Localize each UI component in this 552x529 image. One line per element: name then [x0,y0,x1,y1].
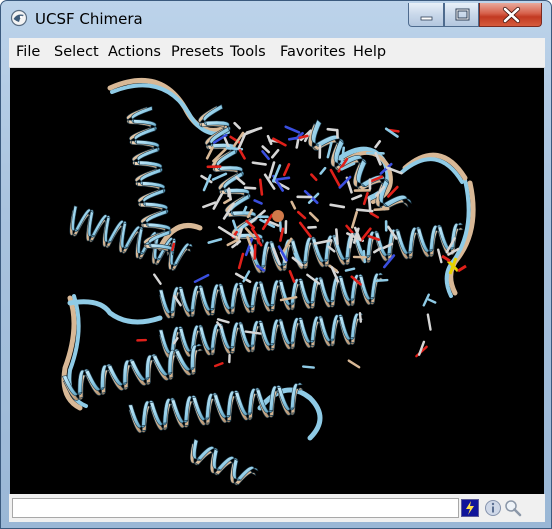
status-message-field[interactable] [12,498,459,518]
side-chain-bond [193,273,210,284]
maximize-button[interactable] [444,3,479,27]
menu-actions[interactable]: Actions [108,44,161,60]
menu-tools[interactable]: Tools [230,44,266,60]
side-chain-bond [437,248,443,264]
side-chain-bond [211,172,228,181]
side-chain-bond [347,359,361,369]
side-chain-bond [335,228,339,246]
side-chain-bond [308,211,320,222]
side-chain-bond [329,203,346,209]
chimera-logo-icon [10,9,28,27]
side-chain-bond [253,199,263,205]
side-chain-bond [426,313,432,331]
close-icon [502,6,521,24]
title-bar[interactable]: UCSF Chimera [1,1,551,37]
side-chain-bond [362,191,369,206]
side-chain-bond [271,149,280,159]
menu-favorites[interactable]: Favorites [280,44,346,60]
side-chain-bond [238,148,246,160]
side-chain-bond [326,127,338,132]
side-chain-bond [351,194,363,201]
side-chain-bond [244,330,262,335]
menu-bar: File Select Actions Presets Tools Favori… [9,38,545,68]
side-chain-bond [290,200,297,210]
side-chain-bond [298,221,312,238]
side-chain-bond [282,163,291,177]
side-chain-bond [373,207,390,212]
info-icon[interactable] [484,499,502,517]
side-chain-bond [369,211,380,219]
side-chain-bond [319,166,327,175]
menu-select[interactable]: Select [54,44,99,60]
side-chain-bond [266,134,273,146]
side-chain-bond [251,161,267,166]
command-line-icon[interactable] [461,499,479,517]
metal-ion [272,210,284,222]
side-chain-bond [237,252,245,270]
side-chain-bond [243,186,257,190]
side-chain-bond [216,318,230,324]
side-chain-bond [326,141,333,159]
side-chain-bond [329,168,341,188]
window-title: UCSF Chimera [35,10,143,28]
side-chain-bond [296,210,307,220]
menu-presets[interactable]: Presets [171,44,224,60]
side-chain-bond [358,312,362,323]
side-chain-bond [427,298,437,304]
zoom-icon[interactable] [504,499,522,517]
side-chain-bond [301,365,315,369]
minimize-icon [420,16,433,21]
side-chain-bond [284,125,301,134]
side-chain-bond [152,273,162,285]
molecule-viewer[interactable] [10,68,544,494]
side-chain-bond [288,270,296,283]
side-chain-bond [355,208,374,213]
status-bar [9,494,545,522]
side-chain-bond [235,176,246,186]
side-chain-bond [207,237,223,244]
chimera-window: UCSF Chimera File Select Actions Presets… [0,0,552,529]
close-button[interactable] [479,3,542,27]
side-chain-bond [278,220,283,233]
protein-ribbon-render [61,78,476,486]
side-chain-bond [258,178,264,196]
side-chain-bond [202,201,217,209]
side-chain-bond [213,362,224,368]
side-chain-bond [375,278,389,283]
side-chain-bond [171,242,176,252]
side-chain-bond [344,267,356,272]
maximize-icon [455,8,470,21]
side-chain-bond [350,210,358,229]
side-chain-bond [298,134,309,140]
side-chain-bond [233,121,241,130]
side-chain-bond [374,140,382,149]
side-chain-bond [310,173,318,182]
side-chain-bond [223,198,231,205]
minimize-button[interactable] [408,3,444,27]
menu-help[interactable]: Help [353,44,386,60]
menu-file[interactable]: File [16,44,40,60]
